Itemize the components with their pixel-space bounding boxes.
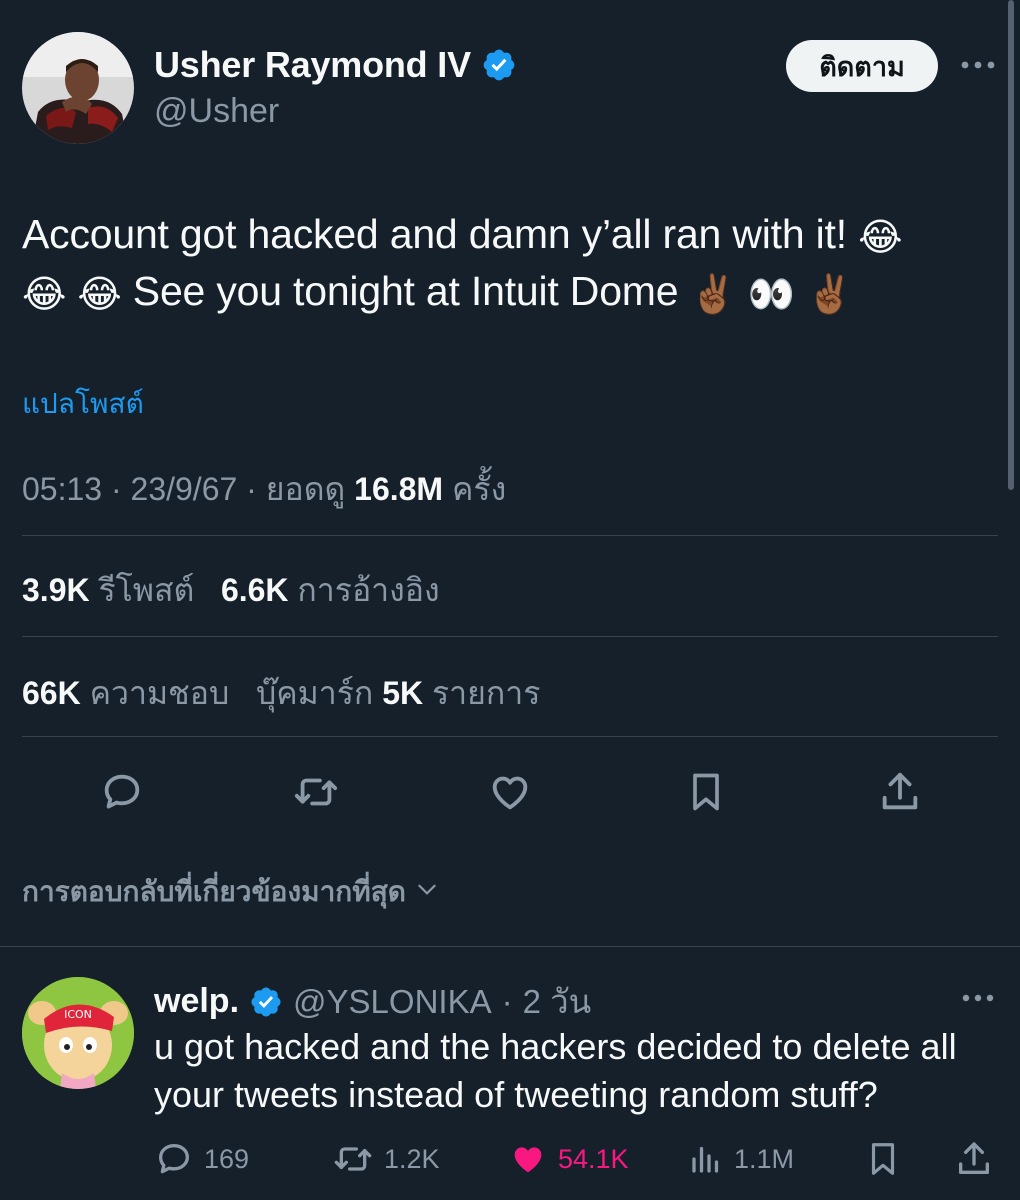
views-count: 16.8M [354,471,444,507]
reply-avatar-image: ICON [22,977,134,1089]
tweet-text-line-1: Account got hacked and damn y’all ran wi… [22,211,859,257]
reply-share-button[interactable] [954,1137,994,1181]
reply-replies-count: 169 [204,1143,250,1174]
repost-quote-stats: 3.9K รีโพสต์ 6.6K การอ้างอิง [22,565,440,616]
tweet-action-bar [22,760,998,822]
laughing-emoji: 😂 [22,274,67,316]
tweet-detail-page: Usher Raymond IV @Usher ติดตาม Account g… [0,0,1020,1200]
reply-reposts-count: 1.2K [384,1143,440,1174]
likes-count: 66K [22,675,81,711]
separator-dot: · [501,982,513,1020]
tweet-time[interactable]: 05:13 [22,471,102,507]
bookmark-icon[interactable] [682,768,730,816]
reply-icon [159,1144,189,1174]
tweet-header: Usher Raymond IV @Usher ติดตาม [22,32,998,144]
like-icon[interactable] [486,768,534,816]
laughing-emoji: 😂 [858,217,903,259]
bookmarks-stat: บุ๊คมาร์ก 5K รายการ [256,675,540,711]
likes-bookmarks-stats: 66K ความชอบ บุ๊คมาร์ก 5K รายการ [22,668,540,719]
reply-text: u got hacked and the hackers decided to … [154,1026,957,1115]
peace-sign-emoji: ✌🏾 [689,274,737,316]
reply-icon[interactable] [98,768,146,816]
bookmark-icon [871,1143,895,1175]
heart-filled-icon [514,1147,542,1173]
views-chart-icon [692,1146,719,1173]
chevron-down-icon [414,876,440,909]
eyes-emoji: 👀 [747,274,796,316]
bookmarks-label: บุ๊คมาร์ก [255,675,374,711]
author-avatar[interactable] [22,32,134,144]
translate-post-link[interactable]: แปลโพสต์ [22,382,144,426]
tweet-metadata: 05:13 · 23/9/67 · ยอดดู 16.8M ครั้ง [22,471,507,507]
reply-bookmark-button[interactable] [864,1137,902,1181]
divider [22,535,998,536]
reply-views-count: 1.1M [734,1143,795,1174]
reply-display-name[interactable]: welp. [154,982,239,1021]
reply-header: welp. @YSLONIKA · 2 วัน [154,975,591,1028]
reply-like-button[interactable]: 54.1K [508,1137,629,1181]
peace-sign-emoji: ✌🏾 [806,274,854,316]
avatar-hat-text: ICON [64,1008,92,1021]
divider [22,636,998,637]
author-display-name[interactable]: Usher Raymond IV [154,44,471,86]
verified-badge-icon[interactable] [249,985,283,1019]
reposts-stat[interactable]: 3.9K รีโพสต์ [22,572,194,608]
replies-sort-label: การตอบกลับที่เกี่ยวข้องมากที่สุด [22,875,406,908]
quotes-label: การอ้างอิง [297,572,440,608]
reply-avatar[interactable]: ICON [22,977,134,1089]
share-icon[interactable] [876,768,924,816]
laughing-emoji: 😂 [77,274,122,316]
quotes-stat[interactable]: 6.6K การอ้างอิง [221,572,440,608]
bookmarks-count: 5K [382,675,424,711]
bookmarks-suffix: รายการ [431,675,541,711]
repost-icon [334,1147,372,1171]
reply-views-button[interactable]: 1.1M [688,1137,794,1181]
follow-button[interactable]: ติดตาม [786,40,938,92]
author-name-row: Usher Raymond IV [154,44,517,86]
views-suffix: ครั้ง [451,471,507,507]
tweet-text-line-2: See you tonight at Intuit Dome [121,268,690,314]
likes-stat[interactable]: 66K ความชอบ [22,675,229,711]
reply-item[interactable]: ICON welp. @YSLONIKA · 2 วัน u got hacke… [0,947,1020,1200]
tweet-text: Account got hacked and damn y’all ran wi… [22,206,982,320]
reply-action-bar: 169 1.2K 54.1K 1.1M [154,1137,1000,1181]
reposts-label: รีโพสต์ [98,572,195,608]
share-icon [959,1142,989,1174]
divider [22,736,998,737]
more-options-icon[interactable] [958,48,998,82]
reposts-count: 3.9K [22,572,90,608]
quotes-count: 6.6K [220,572,289,608]
reply-age[interactable]: 2 วัน [523,975,592,1028]
scrollbar[interactable] [1008,0,1014,490]
verified-badge-icon[interactable] [481,47,517,83]
reply-likes-count: 54.1K [558,1143,629,1174]
likes-label: ความชอบ [89,675,230,711]
reply-repost-button[interactable]: 1.2K [332,1137,440,1181]
views-prefix: ยอดดู [265,471,346,507]
reply-handle[interactable]: @YSLONIKA [293,983,492,1021]
replies-sort-dropdown[interactable]: การตอบกลับที่เกี่ยวข้องมากที่สุด [22,870,440,914]
more-options-icon[interactable] [958,983,998,1013]
reply-replies-button[interactable]: 169 [154,1137,249,1181]
repost-icon[interactable] [292,768,340,816]
avatar-image [22,32,134,144]
author-handle[interactable]: @Usher [154,92,279,131]
tweet-date[interactable]: 23/9/67 [131,471,238,507]
